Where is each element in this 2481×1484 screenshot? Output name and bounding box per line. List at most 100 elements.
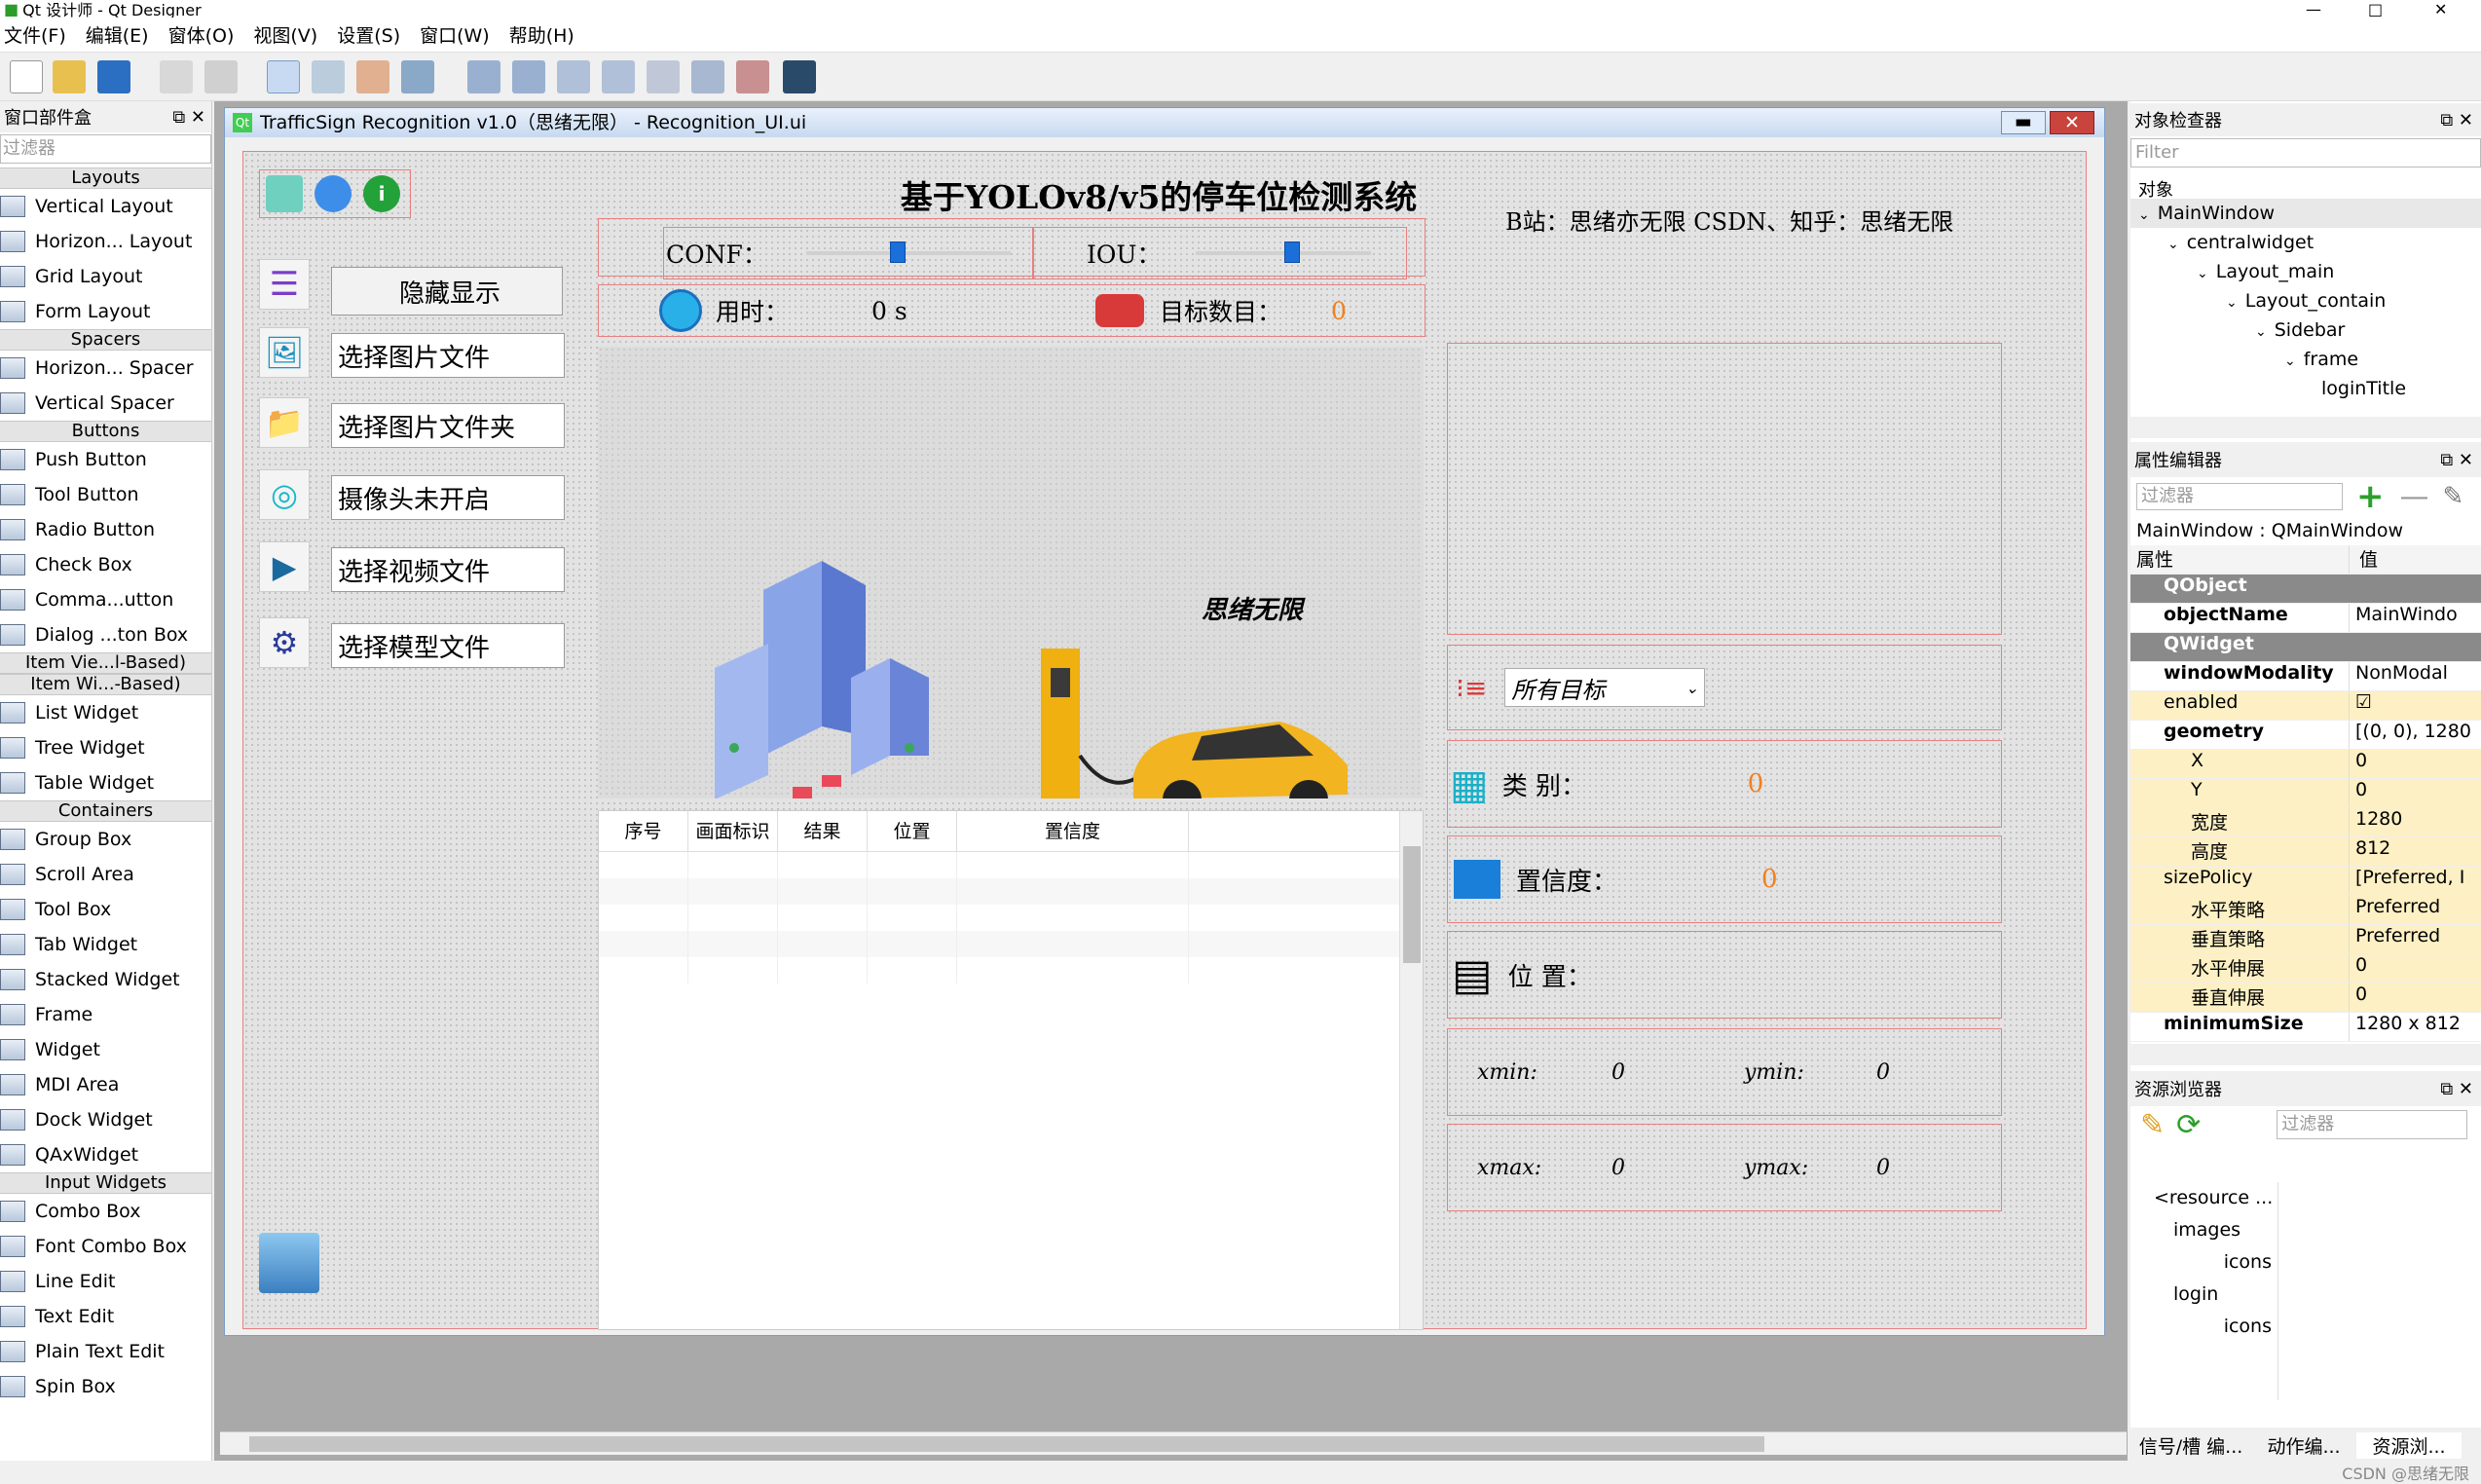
property-value[interactable]: MainWindo xyxy=(2349,604,2481,632)
widget-item[interactable]: Group Box xyxy=(0,822,211,857)
widget-item[interactable]: Push Button xyxy=(0,442,211,477)
add-property-icon[interactable]: + xyxy=(2356,477,2385,516)
table-column-header[interactable]: 序号 xyxy=(599,810,688,852)
menu-form[interactable]: 窗体(O) xyxy=(168,21,235,48)
property-value[interactable]: 0 xyxy=(2349,750,2481,778)
close-icon[interactable]: ✕ xyxy=(2434,0,2447,18)
table-column-header[interactable]: 结果 xyxy=(778,810,868,852)
dock-close-icon[interactable]: ⧉ ✕ xyxy=(2440,450,2473,470)
chevron-down-icon[interactable]: ⌄ xyxy=(2138,207,2150,223)
resource-tree-item[interactable]: icons xyxy=(2130,1246,2277,1279)
widget-item[interactable]: Vertical Spacer xyxy=(0,386,211,421)
remove-property-icon[interactable]: — xyxy=(2400,480,2429,514)
info-icon[interactable]: i xyxy=(363,175,400,212)
inspector-hscroll[interactable] xyxy=(2130,417,2481,438)
property-hscroll[interactable] xyxy=(2130,1044,2481,1065)
property-value[interactable]: [(0, 0), 1280 xyxy=(2349,721,2481,749)
tab-resource-browser[interactable]: 资源浏... xyxy=(2356,1431,2462,1459)
property-value[interactable]: [Preferred, I xyxy=(2349,867,2481,895)
select-model-button[interactable]: 选择模型文件 xyxy=(331,623,565,668)
object-tree-item[interactable]: loginTitle xyxy=(2130,374,2481,403)
copy-icon[interactable] xyxy=(160,60,193,93)
dock-close-icon[interactable]: ⧉ ✕ xyxy=(172,107,205,128)
widget-item[interactable]: Text Edit xyxy=(0,1299,211,1334)
widget-item[interactable]: Stacked Widget xyxy=(0,962,211,997)
table-scrollbar[interactable] xyxy=(1399,811,1423,1329)
property-row[interactable]: minimumSize 1280 x 812 xyxy=(2130,1013,2481,1042)
form-minimize-button[interactable]: ▬ xyxy=(2001,111,2046,134)
dock-close-icon[interactable]: ⧉ ✕ xyxy=(2440,110,2473,130)
property-row[interactable]: X0 xyxy=(2130,750,2481,779)
select-video-button[interactable]: 选择视频文件 xyxy=(331,547,565,592)
table-column-header[interactable]: 置信度 xyxy=(957,810,1189,852)
property-value[interactable]: 1280 x 812 xyxy=(2349,1013,2481,1041)
menu-settings[interactable]: 设置(S) xyxy=(337,21,400,48)
new-file-icon[interactable] xyxy=(10,60,43,93)
menu-view[interactable]: 视图(V) xyxy=(253,21,317,48)
avatar[interactable] xyxy=(259,1233,319,1293)
iou-slider[interactable] xyxy=(1196,241,1372,263)
tab-signals-slots[interactable]: 信号/槽 编... xyxy=(2130,1432,2251,1459)
layout-h-splitter-icon[interactable] xyxy=(557,60,590,93)
property-row[interactable]: sizePolicy [Preferred, I xyxy=(2130,867,2481,896)
widget-category[interactable]: Spacers xyxy=(0,329,211,351)
widget-item[interactable]: Scroll Area xyxy=(0,857,211,892)
adjust-size-icon[interactable] xyxy=(783,60,816,93)
property-row[interactable]: QObject xyxy=(2130,575,2481,604)
camera-button[interactable]: 摄像头未开启 xyxy=(331,475,565,520)
object-tree-item[interactable]: ⌄ Layout_contain xyxy=(2130,286,2481,315)
widget-item[interactable]: Check Box xyxy=(0,547,211,582)
resource-tree-item[interactable]: images xyxy=(2130,1214,2277,1246)
property-row[interactable]: 水平策略 Preferred xyxy=(2130,896,2481,925)
table-column-header[interactable]: 位置 xyxy=(868,810,957,852)
widget-item[interactable]: Line Edit xyxy=(0,1264,211,1299)
property-value[interactable]: Preferred xyxy=(2349,925,2481,953)
save-icon[interactable] xyxy=(97,60,130,93)
property-row[interactable]: Y0 xyxy=(2130,779,2481,808)
property-row[interactable]: 水平伸展 0 xyxy=(2130,954,2481,983)
menu-file[interactable]: 文件(F) xyxy=(4,21,66,48)
maximize-icon[interactable]: □ xyxy=(2368,0,2383,18)
widget-item[interactable]: Dock Widget xyxy=(0,1102,211,1137)
object-tree-item[interactable]: ⌄ Sidebar xyxy=(2130,315,2481,345)
property-row[interactable]: 高度 812 xyxy=(2130,837,2481,867)
target-select[interactable]: 所有目标 ⌄ xyxy=(1504,668,1706,707)
property-row[interactable]: 垂直伸展 0 xyxy=(2130,983,2481,1013)
chevron-down-icon[interactable]: ⌄ xyxy=(2167,237,2179,252)
edit-tab-order-icon[interactable] xyxy=(401,60,434,93)
property-value[interactable]: NonModal xyxy=(2349,662,2481,690)
object-tree-item[interactable]: ⌄ frame xyxy=(2130,345,2481,374)
inspector-filter-input[interactable]: Filter xyxy=(2130,138,2481,167)
property-value[interactable]: ☑ xyxy=(2349,691,2481,720)
widget-category[interactable]: Item Wi...-Based) xyxy=(0,674,211,695)
property-row[interactable]: windowModality NonModal xyxy=(2130,662,2481,691)
menu-help[interactable]: 帮助(H) xyxy=(509,21,574,48)
user-icon[interactable] xyxy=(315,175,352,212)
widget-item[interactable]: Tool Box xyxy=(0,892,211,927)
widget-item[interactable]: List Widget xyxy=(0,695,211,730)
property-value[interactable]: 812 xyxy=(2349,837,2481,866)
object-tree-item[interactable]: ⌄ MainWindow xyxy=(2130,199,2481,228)
toggle-display-button[interactable]: 隐藏显示 xyxy=(331,267,563,315)
conf-slider[interactable] xyxy=(805,241,1011,263)
edit-signals-icon[interactable] xyxy=(312,60,345,93)
layout-vertical-icon[interactable] xyxy=(512,60,545,93)
layout-v-splitter-icon[interactable] xyxy=(602,60,635,93)
chevron-down-icon[interactable]: ⌄ xyxy=(2226,295,2238,311)
table-scroll-thumb[interactable] xyxy=(1403,846,1421,963)
widget-item[interactable]: Horizon... Spacer xyxy=(0,351,211,386)
select-folder-button[interactable]: 选择图片文件夹 xyxy=(331,403,565,448)
widget-item[interactable]: Combo Box xyxy=(0,1194,211,1229)
reload-icon[interactable]: ⟳ xyxy=(2176,1108,2201,1142)
widget-item[interactable]: MDI Area xyxy=(0,1067,211,1102)
object-tree-item[interactable]: ⌄ Layout_main xyxy=(2130,257,2481,286)
table-column-header[interactable]: 画面标识 xyxy=(688,810,778,852)
property-value[interactable] xyxy=(2349,575,2481,603)
mdi-scroll-thumb[interactable] xyxy=(249,1436,1764,1452)
menu-icon[interactable]: ☰ xyxy=(259,259,310,310)
form-close-button[interactable]: ✕ xyxy=(2050,111,2094,134)
property-row[interactable]: geometry [(0, 0), 1280 xyxy=(2130,721,2481,750)
mdi-scrollbar[interactable] xyxy=(220,1431,2127,1455)
widget-item[interactable]: Tab Widget xyxy=(0,927,211,962)
widget-item[interactable]: Dialog ...ton Box xyxy=(0,617,211,652)
